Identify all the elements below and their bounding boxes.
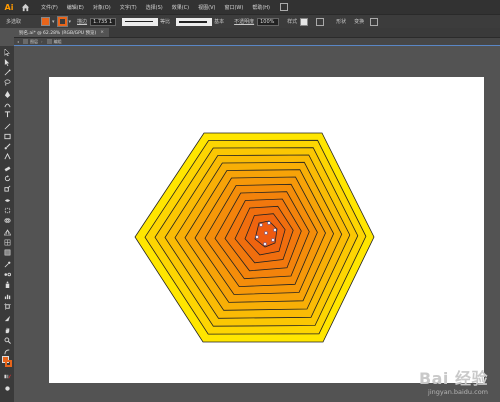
zoom-tool-icon[interactable] bbox=[3, 336, 11, 344]
fill-stroke-indicator[interactable] bbox=[2, 356, 12, 368]
shape-builder-tool-icon[interactable] bbox=[3, 216, 11, 224]
brush-definition[interactable] bbox=[176, 17, 213, 26]
back-arrow-icon[interactable]: ◂ bbox=[17, 39, 19, 44]
perspective-grid-tool-icon[interactable] bbox=[3, 228, 11, 236]
selection-label: 多选取 bbox=[6, 19, 22, 25]
stroke-label[interactable]: 描边 bbox=[77, 18, 87, 25]
column-graph-tool-icon[interactable] bbox=[3, 292, 11, 300]
shaper-tool-icon[interactable] bbox=[3, 152, 11, 160]
anchor-point-3[interactable] bbox=[273, 228, 277, 232]
align-icon[interactable] bbox=[316, 17, 325, 26]
menu-edit[interactable]: 编辑(E) bbox=[67, 4, 84, 11]
workspace-grid-icon[interactable] bbox=[280, 3, 288, 11]
curvature-tool-icon[interactable] bbox=[3, 100, 11, 108]
isolate-icon[interactable] bbox=[370, 17, 379, 26]
eyedropper-tool-icon[interactable] bbox=[3, 260, 11, 268]
hand-tool-icon[interactable] bbox=[3, 326, 11, 334]
tools-panel bbox=[0, 46, 14, 402]
control-bar: 多选取 ▾ ▾ 描边 1.735 1 等比 基本 不透明度 100% 样式 形状… bbox=[0, 14, 500, 28]
stroke-swatch[interactable] bbox=[56, 16, 68, 27]
swap-colors-icon[interactable] bbox=[3, 348, 11, 356]
lasso-tool-icon[interactable] bbox=[3, 78, 11, 86]
pen-tool-icon[interactable] bbox=[3, 90, 11, 98]
chevron-down-icon[interactable]: ▾ bbox=[69, 19, 72, 25]
anchor-point-5[interactable] bbox=[263, 242, 267, 246]
home-icon[interactable] bbox=[18, 0, 32, 14]
menu-effect[interactable]: 效果(C) bbox=[172, 4, 189, 11]
fill-swatch[interactable] bbox=[41, 17, 51, 26]
concentric-hexagon-artwork[interactable] bbox=[49, 77, 484, 383]
style-swatch[interactable] bbox=[300, 17, 309, 26]
mesh-tool-icon[interactable] bbox=[3, 238, 11, 246]
magic-wand-tool-icon[interactable] bbox=[3, 68, 11, 76]
free-transform-tool-icon[interactable] bbox=[3, 206, 11, 214]
baidu-jingyan-watermark: Bai 经验 jingyan.baidu.com bbox=[419, 365, 488, 396]
anchor-point-6[interactable] bbox=[255, 235, 259, 239]
artboard[interactable] bbox=[49, 77, 484, 383]
anchor-point-1[interactable] bbox=[259, 223, 263, 227]
variable-width-profile[interactable] bbox=[122, 17, 159, 26]
stroke-color-box[interactable] bbox=[5, 360, 12, 367]
layer-icon bbox=[23, 39, 29, 44]
stroke-profile-label: 等比 bbox=[160, 19, 171, 25]
blend-tool-icon[interactable] bbox=[3, 270, 11, 278]
eraser-tool-icon[interactable] bbox=[3, 164, 11, 172]
close-icon[interactable]: × bbox=[100, 30, 104, 35]
type-tool-icon[interactable] bbox=[3, 110, 11, 118]
rectangle-tool-icon[interactable] bbox=[3, 132, 11, 140]
menu-window[interactable]: 窗口(W) bbox=[224, 4, 243, 11]
breadcrumb-separator: › bbox=[41, 39, 43, 44]
menu-bar: Ai 文件(F) 编辑(E) 对象(O) 文字(T) 选择(S) 效果(C) 视… bbox=[0, 0, 500, 14]
menu-help[interactable]: 帮助(H) bbox=[252, 4, 270, 11]
brush-label: 基本 bbox=[214, 19, 225, 25]
opacity-label[interactable]: 不透明度 bbox=[234, 18, 254, 25]
chevron-down-icon[interactable]: ▾ bbox=[52, 19, 55, 25]
group-icon bbox=[46, 39, 52, 44]
shape-label[interactable]: 形状 bbox=[336, 18, 346, 25]
breadcrumb-group[interactable]: 编组 bbox=[54, 39, 62, 45]
document-tab-title: 别名.ai* @ 62.28% (RGB/GPU 预览) bbox=[19, 30, 97, 36]
breadcrumb-layer[interactable]: 图层 bbox=[30, 39, 38, 45]
draw-mode-icon[interactable] bbox=[3, 384, 11, 392]
stroke-weight-field[interactable]: 1.735 1 bbox=[90, 17, 117, 26]
watermark-logo: Bai 经验 bbox=[418, 369, 488, 388]
gradient-tool-icon[interactable] bbox=[3, 248, 11, 256]
style-label: 样式 bbox=[287, 19, 298, 25]
menu-view[interactable]: 视图(V) bbox=[198, 4, 215, 11]
transform-label[interactable]: 变换 bbox=[354, 18, 364, 25]
menu-type[interactable]: 文字(T) bbox=[120, 4, 137, 11]
rotate-tool-icon[interactable] bbox=[3, 174, 11, 182]
document-tab[interactable]: 别名.ai* @ 62.28% (RGB/GPU 预览) × bbox=[14, 28, 110, 37]
isolation-breadcrumb: ◂ 图层 › 编组 bbox=[14, 38, 500, 46]
menu-file[interactable]: 文件(F) bbox=[41, 4, 58, 11]
paintbrush-tool-icon[interactable] bbox=[3, 142, 11, 150]
watermark-url: jingyan.baidu.com bbox=[428, 388, 488, 396]
direct-selection-tool-icon[interactable] bbox=[3, 58, 11, 66]
anchor-point-7[interactable] bbox=[264, 231, 268, 235]
document-tab-bar: 别名.ai* @ 62.28% (RGB/GPU 预览) × bbox=[14, 28, 500, 38]
scale-tool-icon[interactable] bbox=[3, 184, 11, 192]
width-tool-icon[interactable] bbox=[3, 196, 11, 204]
selection-tool-icon[interactable] bbox=[3, 48, 11, 56]
artboard-tool-icon[interactable] bbox=[3, 302, 11, 310]
illustrator-window: Ai 文件(F) 编辑(E) 对象(O) 文字(T) 选择(S) 效果(C) 视… bbox=[0, 0, 500, 402]
symbol-sprayer-tool-icon[interactable] bbox=[3, 280, 11, 288]
slice-tool-icon[interactable] bbox=[3, 314, 11, 322]
menu-select[interactable]: 选择(S) bbox=[146, 4, 163, 11]
anchor-point-4[interactable] bbox=[271, 238, 275, 242]
opacity-field[interactable]: 100% bbox=[257, 17, 280, 26]
menu-object[interactable]: 对象(O) bbox=[93, 4, 111, 11]
line-tool-icon[interactable] bbox=[3, 122, 11, 130]
canvas-area[interactable] bbox=[14, 47, 500, 402]
color-mode-icon[interactable] bbox=[3, 372, 11, 380]
app-logo: Ai bbox=[4, 2, 14, 12]
anchor-point-2[interactable] bbox=[267, 221, 271, 225]
